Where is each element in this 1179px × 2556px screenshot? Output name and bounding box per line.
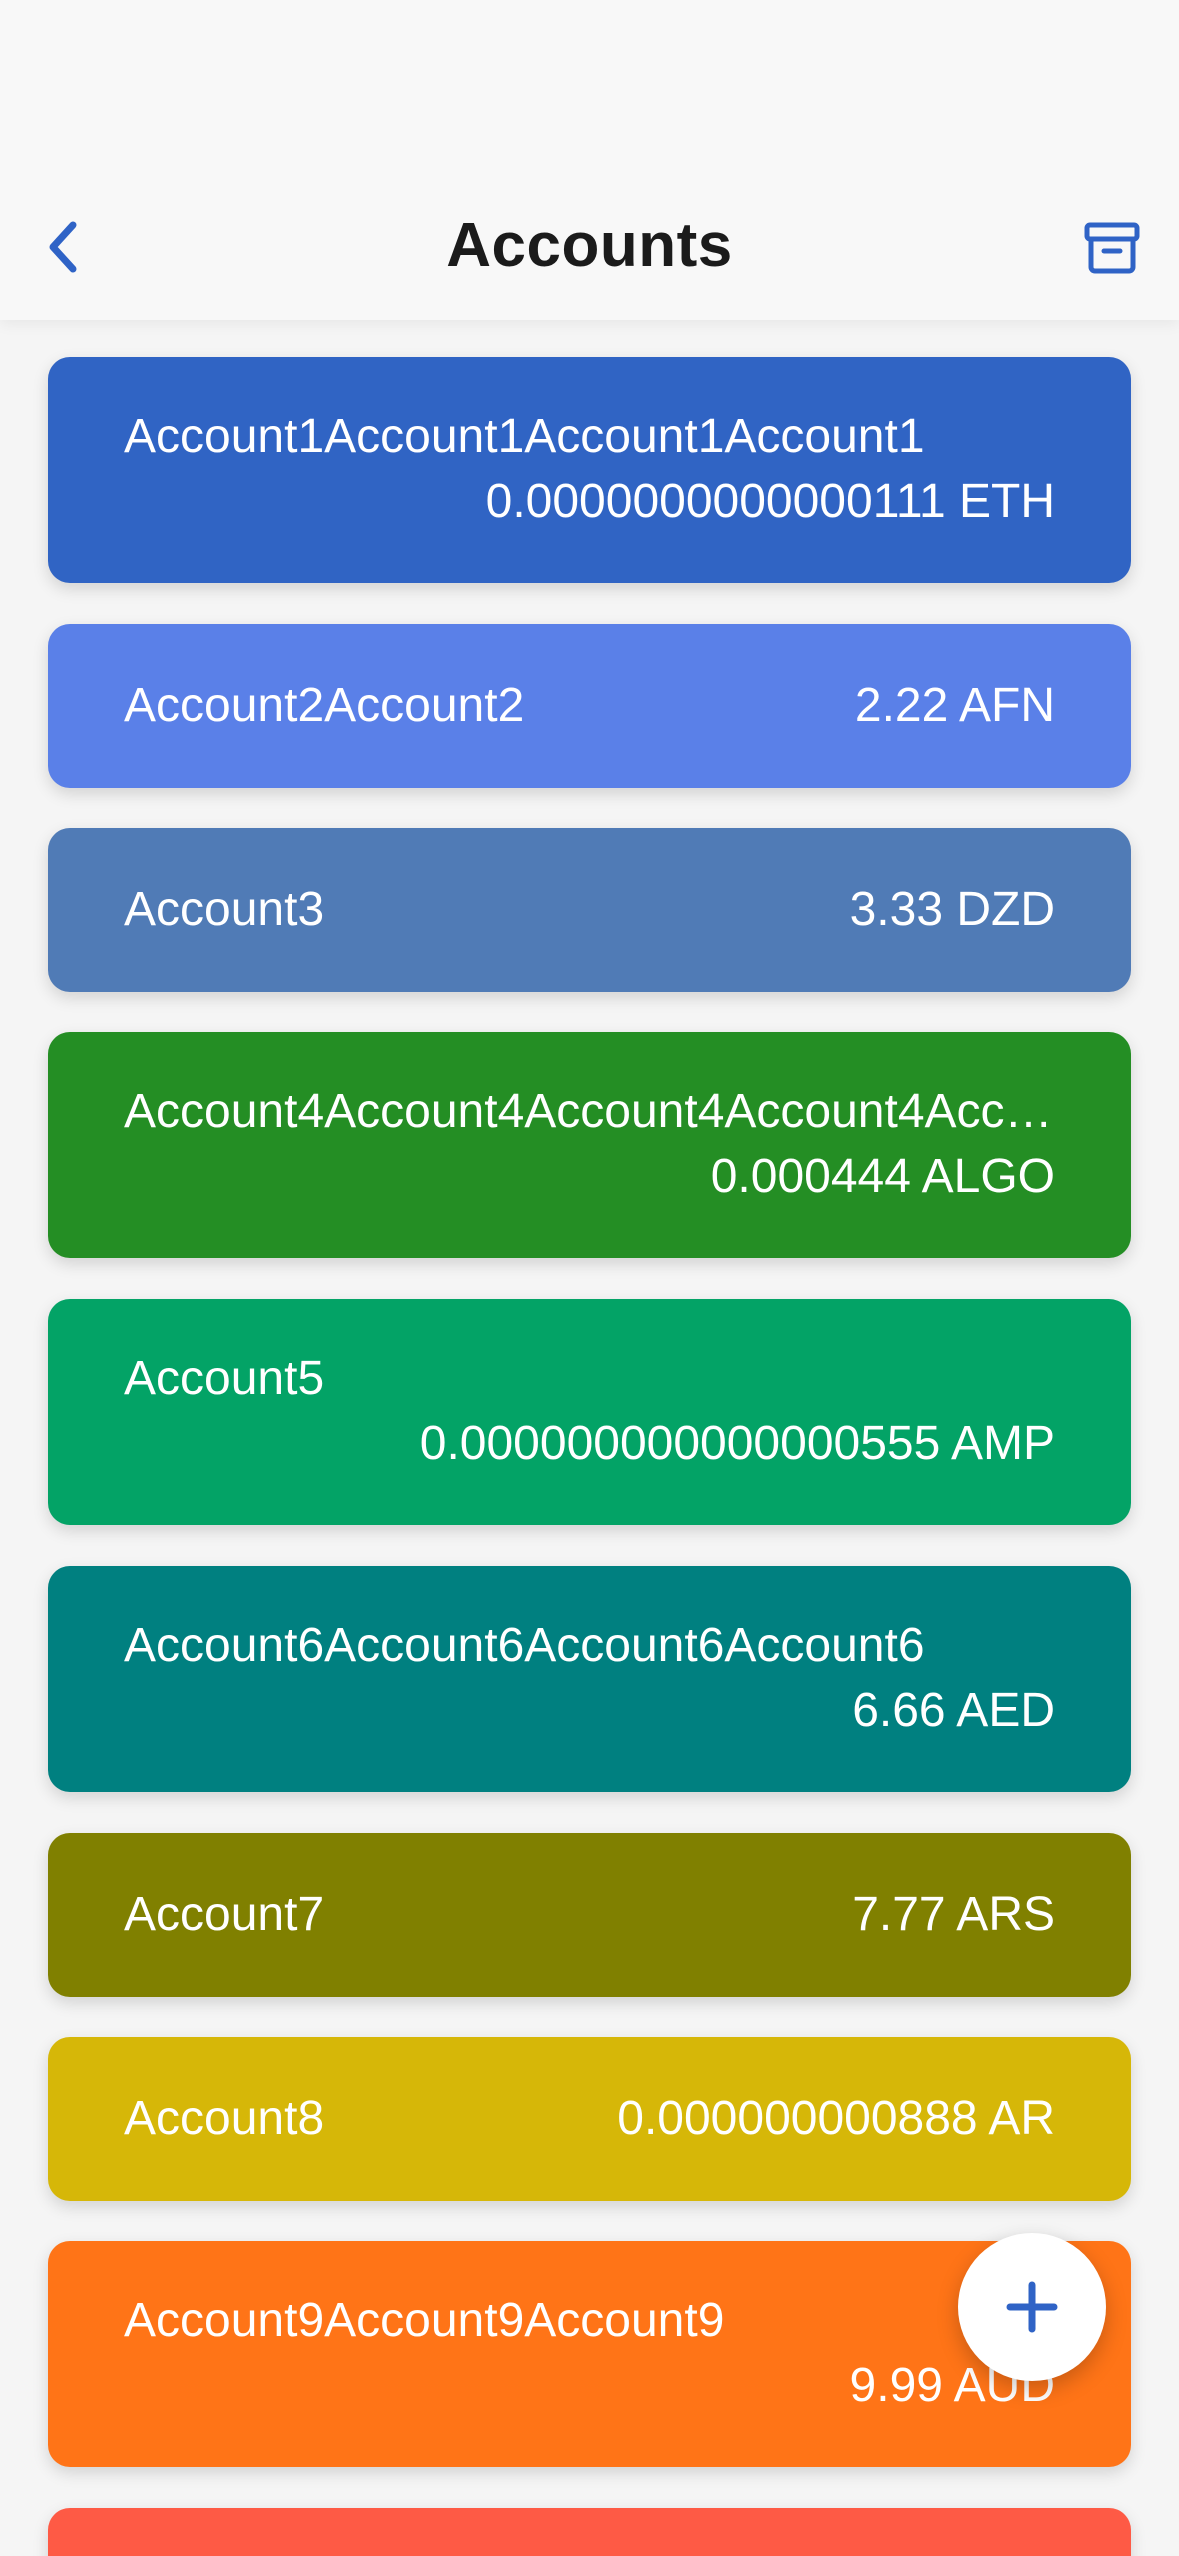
header-bar: Accounts xyxy=(0,0,1179,320)
account-card[interactable]: Account6Account6Account6Account6 6.66 AE… xyxy=(48,1566,1131,1792)
account-name: Account9Account9Account9 xyxy=(124,2294,725,2347)
account-card[interactable]: Account1Account1Account1Account1 0.00000… xyxy=(48,357,1131,583)
account-name: Account7 xyxy=(124,1888,325,1941)
account-name: Account6Account6Account6Account6 xyxy=(124,1619,925,1672)
account-card[interactable]: Account2Account2 2.22 AFN xyxy=(48,624,1131,788)
account-name: Account5 xyxy=(124,1352,325,1405)
account-card[interactable]: Account3 3.33 DZD xyxy=(48,828,1131,992)
plus-icon xyxy=(1006,2281,1058,2333)
account-balance: 0.000000000000000555 AMP xyxy=(419,1417,1055,1470)
page-title: Accounts xyxy=(446,211,733,280)
account-balance: 0.000444 ALGO xyxy=(710,1150,1055,1203)
account-balance: 0.0000000000000111 ETH xyxy=(485,475,1055,528)
account-name: Account4Account4Account4Account4Account4 xyxy=(124,1085,1055,1138)
account-card[interactable]: Account8 0.000000000888 AR xyxy=(48,2037,1131,2201)
archive-icon xyxy=(1084,222,1140,274)
account-card[interactable] xyxy=(48,2508,1131,2556)
add-account-button[interactable] xyxy=(958,2233,1106,2381)
account-name: Account2Account2 xyxy=(124,679,525,732)
account-card[interactable]: Account7 7.77 ARS xyxy=(48,1833,1131,1997)
account-balance: 2.22 AFN xyxy=(854,679,1055,732)
account-name: Account8 xyxy=(124,2092,325,2145)
account-name: Account3 xyxy=(124,883,325,936)
account-card[interactable]: Account5 0.000000000000000555 AMP xyxy=(48,1299,1131,1525)
archive-button[interactable] xyxy=(1082,218,1142,278)
account-balance: 7.77 ARS xyxy=(852,1888,1055,1941)
account-balance: 3.33 DZD xyxy=(849,883,1055,936)
account-name: Account1Account1Account1Account1 xyxy=(124,410,925,463)
account-balance: 6.66 AED xyxy=(852,1684,1055,1737)
account-balance: 0.000000000888 AR xyxy=(617,2092,1055,2145)
account-card[interactable]: Account4Account4Account4Account4Account4… xyxy=(48,1032,1131,1258)
